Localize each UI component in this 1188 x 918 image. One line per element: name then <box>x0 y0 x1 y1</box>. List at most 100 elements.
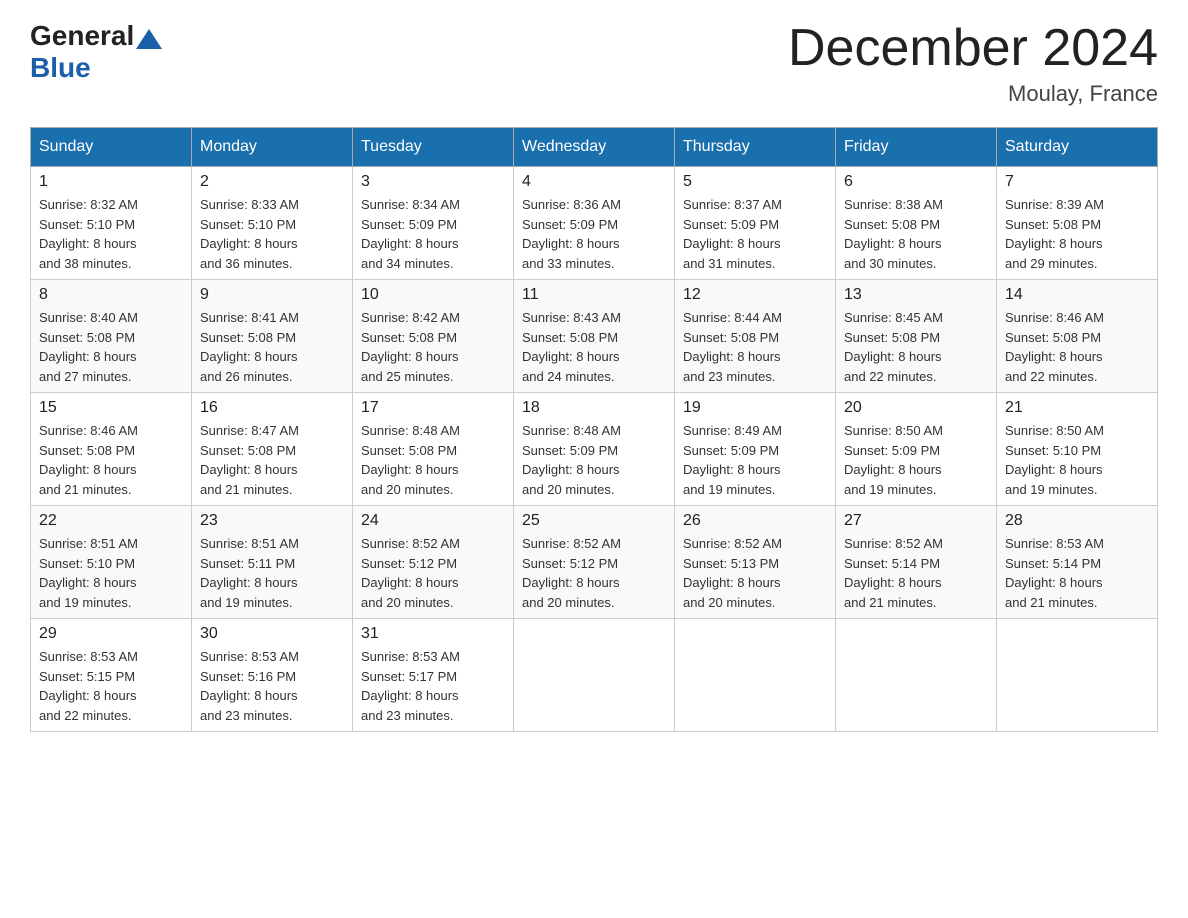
day-number: 3 <box>361 173 505 191</box>
day-number: 24 <box>361 512 505 530</box>
col-sunday: Sunday <box>31 128 192 167</box>
day-number: 28 <box>1005 512 1149 530</box>
day-info: Sunrise: 8:34 AMSunset: 5:09 PMDaylight:… <box>361 195 505 273</box>
table-row: 12 Sunrise: 8:44 AMSunset: 5:08 PMDayligh… <box>675 280 836 393</box>
day-number: 10 <box>361 286 505 304</box>
calendar-week-row: 1 Sunrise: 8:32 AMSunset: 5:10 PMDaylight… <box>31 167 1158 280</box>
day-number: 5 <box>683 173 827 191</box>
day-info: Sunrise: 8:42 AMSunset: 5:08 PMDaylight:… <box>361 308 505 386</box>
table-row: 29 Sunrise: 8:53 AMSunset: 5:15 PMDayligh… <box>31 619 192 732</box>
day-number: 6 <box>844 173 988 191</box>
calendar-week-row: 29 Sunrise: 8:53 AMSunset: 5:15 PMDayligh… <box>31 619 1158 732</box>
col-tuesday: Tuesday <box>353 128 514 167</box>
calendar-week-row: 22 Sunrise: 8:51 AMSunset: 5:10 PMDayligh… <box>31 506 1158 619</box>
table-row: 1 Sunrise: 8:32 AMSunset: 5:10 PMDaylight… <box>31 167 192 280</box>
table-row <box>997 619 1158 732</box>
day-number: 30 <box>200 625 344 643</box>
day-info: Sunrise: 8:37 AMSunset: 5:09 PMDaylight:… <box>683 195 827 273</box>
day-info: Sunrise: 8:52 AMSunset: 5:13 PMDaylight:… <box>683 534 827 612</box>
day-number: 26 <box>683 512 827 530</box>
logo: General Blue <box>30 20 162 84</box>
calendar-header-row: Sunday Monday Tuesday Wednesday Thursday… <box>31 128 1158 167</box>
logo-general-text: General <box>30 20 134 52</box>
day-number: 19 <box>683 399 827 417</box>
day-info: Sunrise: 8:53 AMSunset: 5:17 PMDaylight:… <box>361 647 505 725</box>
table-row: 2 Sunrise: 8:33 AMSunset: 5:10 PMDaylight… <box>192 167 353 280</box>
day-info: Sunrise: 8:50 AMSunset: 5:09 PMDaylight:… <box>844 421 988 499</box>
day-number: 20 <box>844 399 988 417</box>
day-info: Sunrise: 8:48 AMSunset: 5:09 PMDaylight:… <box>522 421 666 499</box>
day-number: 11 <box>522 286 666 304</box>
day-info: Sunrise: 8:39 AMSunset: 5:08 PMDaylight:… <box>1005 195 1149 273</box>
table-row: 28Sunrise: 8:53 AMSunset: 5:14 PMDayligh… <box>997 506 1158 619</box>
day-number: 27 <box>844 512 988 530</box>
calendar-week-row: 15 Sunrise: 8:46 AMSunset: 5:08 PMDayligh… <box>31 393 1158 506</box>
day-info: Sunrise: 8:49 AMSunset: 5:09 PMDaylight:… <box>683 421 827 499</box>
table-row: 27 Sunrise: 8:52 AMSunset: 5:14 PMDayligh… <box>836 506 997 619</box>
page-header: General Blue December 2024 Moulay, Franc… <box>30 20 1158 107</box>
day-number: 4 <box>522 173 666 191</box>
day-info: Sunrise: 8:46 AMSunset: 5:08 PMDaylight:… <box>39 421 183 499</box>
day-info: Sunrise: 8:44 AMSunset: 5:08 PMDaylight:… <box>683 308 827 386</box>
day-info: Sunrise: 8:40 AMSunset: 5:08 PMDaylight:… <box>39 308 183 386</box>
day-number: 14 <box>1005 286 1149 304</box>
table-row <box>675 619 836 732</box>
day-number: 25 <box>522 512 666 530</box>
col-monday: Monday <box>192 128 353 167</box>
month-title: December 2024 <box>788 20 1158 77</box>
day-number: 12 <box>683 286 827 304</box>
day-number: 29 <box>39 625 183 643</box>
day-number: 21 <box>1005 399 1149 417</box>
table-row: 13Sunrise: 8:45 AMSunset: 5:08 PMDayligh… <box>836 280 997 393</box>
table-row: 17Sunrise: 8:48 AMSunset: 5:08 PMDayligh… <box>353 393 514 506</box>
day-info: Sunrise: 8:53 AMSunset: 5:16 PMDaylight:… <box>200 647 344 725</box>
day-number: 31 <box>361 625 505 643</box>
table-row: 20 Sunrise: 8:50 AMSunset: 5:09 PMDayligh… <box>836 393 997 506</box>
table-row: 7Sunrise: 8:39 AMSunset: 5:08 PMDaylight… <box>997 167 1158 280</box>
table-row: 9Sunrise: 8:41 AMSunset: 5:08 PMDaylight… <box>192 280 353 393</box>
day-info: Sunrise: 8:36 AMSunset: 5:09 PMDaylight:… <box>522 195 666 273</box>
day-info: Sunrise: 8:52 AMSunset: 5:12 PMDaylight:… <box>522 534 666 612</box>
day-number: 23 <box>200 512 344 530</box>
table-row: 26 Sunrise: 8:52 AMSunset: 5:13 PMDayligh… <box>675 506 836 619</box>
table-row: 8Sunrise: 8:40 AMSunset: 5:08 PMDaylight… <box>31 280 192 393</box>
day-number: 16 <box>200 399 344 417</box>
table-row: 10 Sunrise: 8:42 AMSunset: 5:08 PMDayligh… <box>353 280 514 393</box>
day-info: Sunrise: 8:52 AMSunset: 5:12 PMDaylight:… <box>361 534 505 612</box>
day-info: Sunrise: 8:51 AMSunset: 5:11 PMDaylight:… <box>200 534 344 612</box>
table-row: 21 Sunrise: 8:50 AMSunset: 5:10 PMDayligh… <box>997 393 1158 506</box>
col-saturday: Saturday <box>997 128 1158 167</box>
logo-blue-text: Blue <box>30 52 91 84</box>
table-row: 16Sunrise: 8:47 AMSunset: 5:08 PMDayligh… <box>192 393 353 506</box>
title-section: December 2024 Moulay, France <box>788 20 1158 107</box>
day-number: 1 <box>39 173 183 191</box>
day-info: Sunrise: 8:52 AMSunset: 5:14 PMDaylight:… <box>844 534 988 612</box>
day-info: Sunrise: 8:41 AMSunset: 5:08 PMDaylight:… <box>200 308 344 386</box>
day-number: 18 <box>522 399 666 417</box>
day-info: Sunrise: 8:50 AMSunset: 5:10 PMDaylight:… <box>1005 421 1149 499</box>
table-row <box>836 619 997 732</box>
day-number: 2 <box>200 173 344 191</box>
day-info: Sunrise: 8:33 AMSunset: 5:10 PMDaylight:… <box>200 195 344 273</box>
day-number: 15 <box>39 399 183 417</box>
table-row: 30 Sunrise: 8:53 AMSunset: 5:16 PMDayligh… <box>192 619 353 732</box>
table-row: 18 Sunrise: 8:48 AMSunset: 5:09 PMDayligh… <box>514 393 675 506</box>
location-text: Moulay, France <box>788 81 1158 107</box>
day-info: Sunrise: 8:32 AMSunset: 5:10 PMDaylight:… <box>39 195 183 273</box>
col-wednesday: Wednesday <box>514 128 675 167</box>
day-info: Sunrise: 8:38 AMSunset: 5:08 PMDaylight:… <box>844 195 988 273</box>
day-number: 22 <box>39 512 183 530</box>
day-number: 13 <box>844 286 988 304</box>
table-row: 11Sunrise: 8:43 AMSunset: 5:08 PMDayligh… <box>514 280 675 393</box>
day-number: 17 <box>361 399 505 417</box>
day-info: Sunrise: 8:53 AMSunset: 5:15 PMDaylight:… <box>39 647 183 725</box>
table-row: 22 Sunrise: 8:51 AMSunset: 5:10 PMDayligh… <box>31 506 192 619</box>
table-row: 6 Sunrise: 8:38 AMSunset: 5:08 PMDaylight… <box>836 167 997 280</box>
table-row: 4 Sunrise: 8:36 AMSunset: 5:09 PMDaylight… <box>514 167 675 280</box>
table-row: 3 Sunrise: 8:34 AMSunset: 5:09 PMDaylight… <box>353 167 514 280</box>
table-row: 23 Sunrise: 8:51 AMSunset: 5:11 PMDayligh… <box>192 506 353 619</box>
table-row: 5 Sunrise: 8:37 AMSunset: 5:09 PMDaylight… <box>675 167 836 280</box>
calendar-week-row: 8Sunrise: 8:40 AMSunset: 5:08 PMDaylight… <box>31 280 1158 393</box>
table-row: 14Sunrise: 8:46 AMSunset: 5:08 PMDayligh… <box>997 280 1158 393</box>
day-info: Sunrise: 8:51 AMSunset: 5:10 PMDaylight:… <box>39 534 183 612</box>
